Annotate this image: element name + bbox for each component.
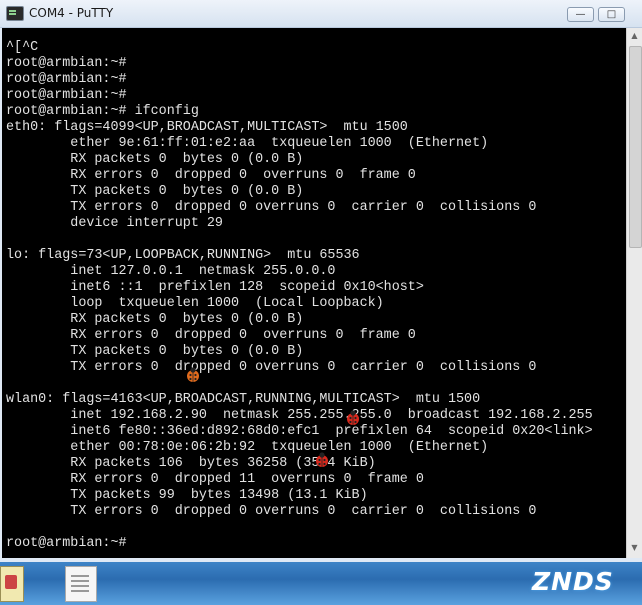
scroll-up-arrow-icon[interactable]: ▲	[629, 30, 640, 42]
watermark-logo: ZNDS	[512, 566, 642, 605]
terminal-line: loop txqueuelen 1000 (Local Loopback)	[6, 296, 384, 311]
terminal-line: inet 192.168.2.90 netmask 255.255.255.0 …	[6, 408, 593, 423]
watermark-text: ZNDS	[532, 567, 614, 596]
terminal-line: TX errors 0 dropped 0 overruns 0 carrier…	[6, 360, 537, 375]
terminal-line: TX packets 99 bytes 13498 (13.1 KiB)	[6, 488, 368, 503]
taskbar-app-icon[interactable]	[0, 566, 24, 602]
vertical-scrollbar[interactable]: ▲ ▼	[626, 28, 642, 558]
terminal-line: RX errors 0 dropped 0 overruns 0 frame 0	[6, 328, 416, 343]
window-title: COM4 - PuTTY	[29, 6, 114, 20]
terminal-line: RX errors 0 dropped 11 overruns 0 frame …	[6, 472, 424, 487]
minimize-button[interactable]: —	[567, 7, 594, 22]
terminal-line: device interrupt 29	[6, 216, 223, 231]
terminal-line: TX packets 0 bytes 0 (0.0 B)	[6, 184, 304, 199]
terminal-line: TX packets 0 bytes 0 (0.0 B)	[6, 344, 304, 359]
terminal-line: root@armbian:~#	[6, 536, 127, 551]
terminal-line: inet 127.0.0.1 netmask 255.0.0.0	[6, 264, 336, 279]
ladybug-icon	[316, 452, 328, 467]
terminal-line: inet6 fe80::36ed:d892:68d0:efc1 prefixle…	[6, 424, 593, 439]
terminal-line: ether 9e:61:ff:01:e2:aa txqueuelen 1000 …	[6, 136, 489, 151]
ladybug-icon	[187, 367, 199, 382]
terminal-line: root@armbian:~#	[6, 72, 127, 87]
scroll-thumb[interactable]	[629, 46, 642, 248]
terminal-line: inet6 ::1 prefixlen 128 scopeid 0x10<hos…	[6, 280, 424, 295]
terminal-line: root@armbian:~# ifconfig	[6, 104, 199, 119]
terminal-line: lo: flags=73<UP,LOOPBACK,RUNNING> mtu 65…	[6, 248, 360, 263]
terminal-line: TX errors 0 dropped 0 overruns 0 carrier…	[6, 200, 537, 215]
putty-terminal-icon[interactable]	[6, 6, 24, 21]
title-bar[interactable]: COM4 - PuTTY — □	[0, 0, 642, 28]
putty-window: COM4 - PuTTY — □ ^[^C root@armbian:~# root…	[0, 0, 642, 562]
terminal-line: RX packets 0 bytes 0 (0.0 B)	[6, 152, 304, 167]
terminal-line: ^[^C	[6, 40, 39, 55]
terminal-line: ether 00:78:0e:06:2b:92 txqueuelen 1000 …	[6, 440, 489, 455]
terminal-line: root@armbian:~#	[6, 56, 127, 71]
terminal-line: TX errors 0 dropped 0 overruns 0 carrier…	[6, 504, 537, 519]
scroll-down-arrow-icon[interactable]: ▼	[629, 542, 640, 554]
taskbar-document-icon[interactable]	[65, 566, 97, 602]
terminal-screen[interactable]: ^[^C root@armbian:~# root@armbian:~# root@a…	[2, 28, 626, 558]
terminal-line: RX errors 0 dropped 0 overruns 0 frame 0	[6, 168, 416, 183]
terminal-line: wlan0: flags=4163<UP,BROADCAST,RUNNING,M…	[6, 392, 481, 407]
terminal-line: RX packets 0 bytes 0 (0.0 B)	[6, 312, 304, 327]
ladybug-icon	[347, 410, 359, 425]
maximize-button[interactable]: □	[598, 7, 625, 22]
terminal-line: root@armbian:~#	[6, 88, 127, 103]
terminal-line: eth0: flags=4099<UP,BROADCAST,MULTICAST>…	[6, 120, 408, 135]
